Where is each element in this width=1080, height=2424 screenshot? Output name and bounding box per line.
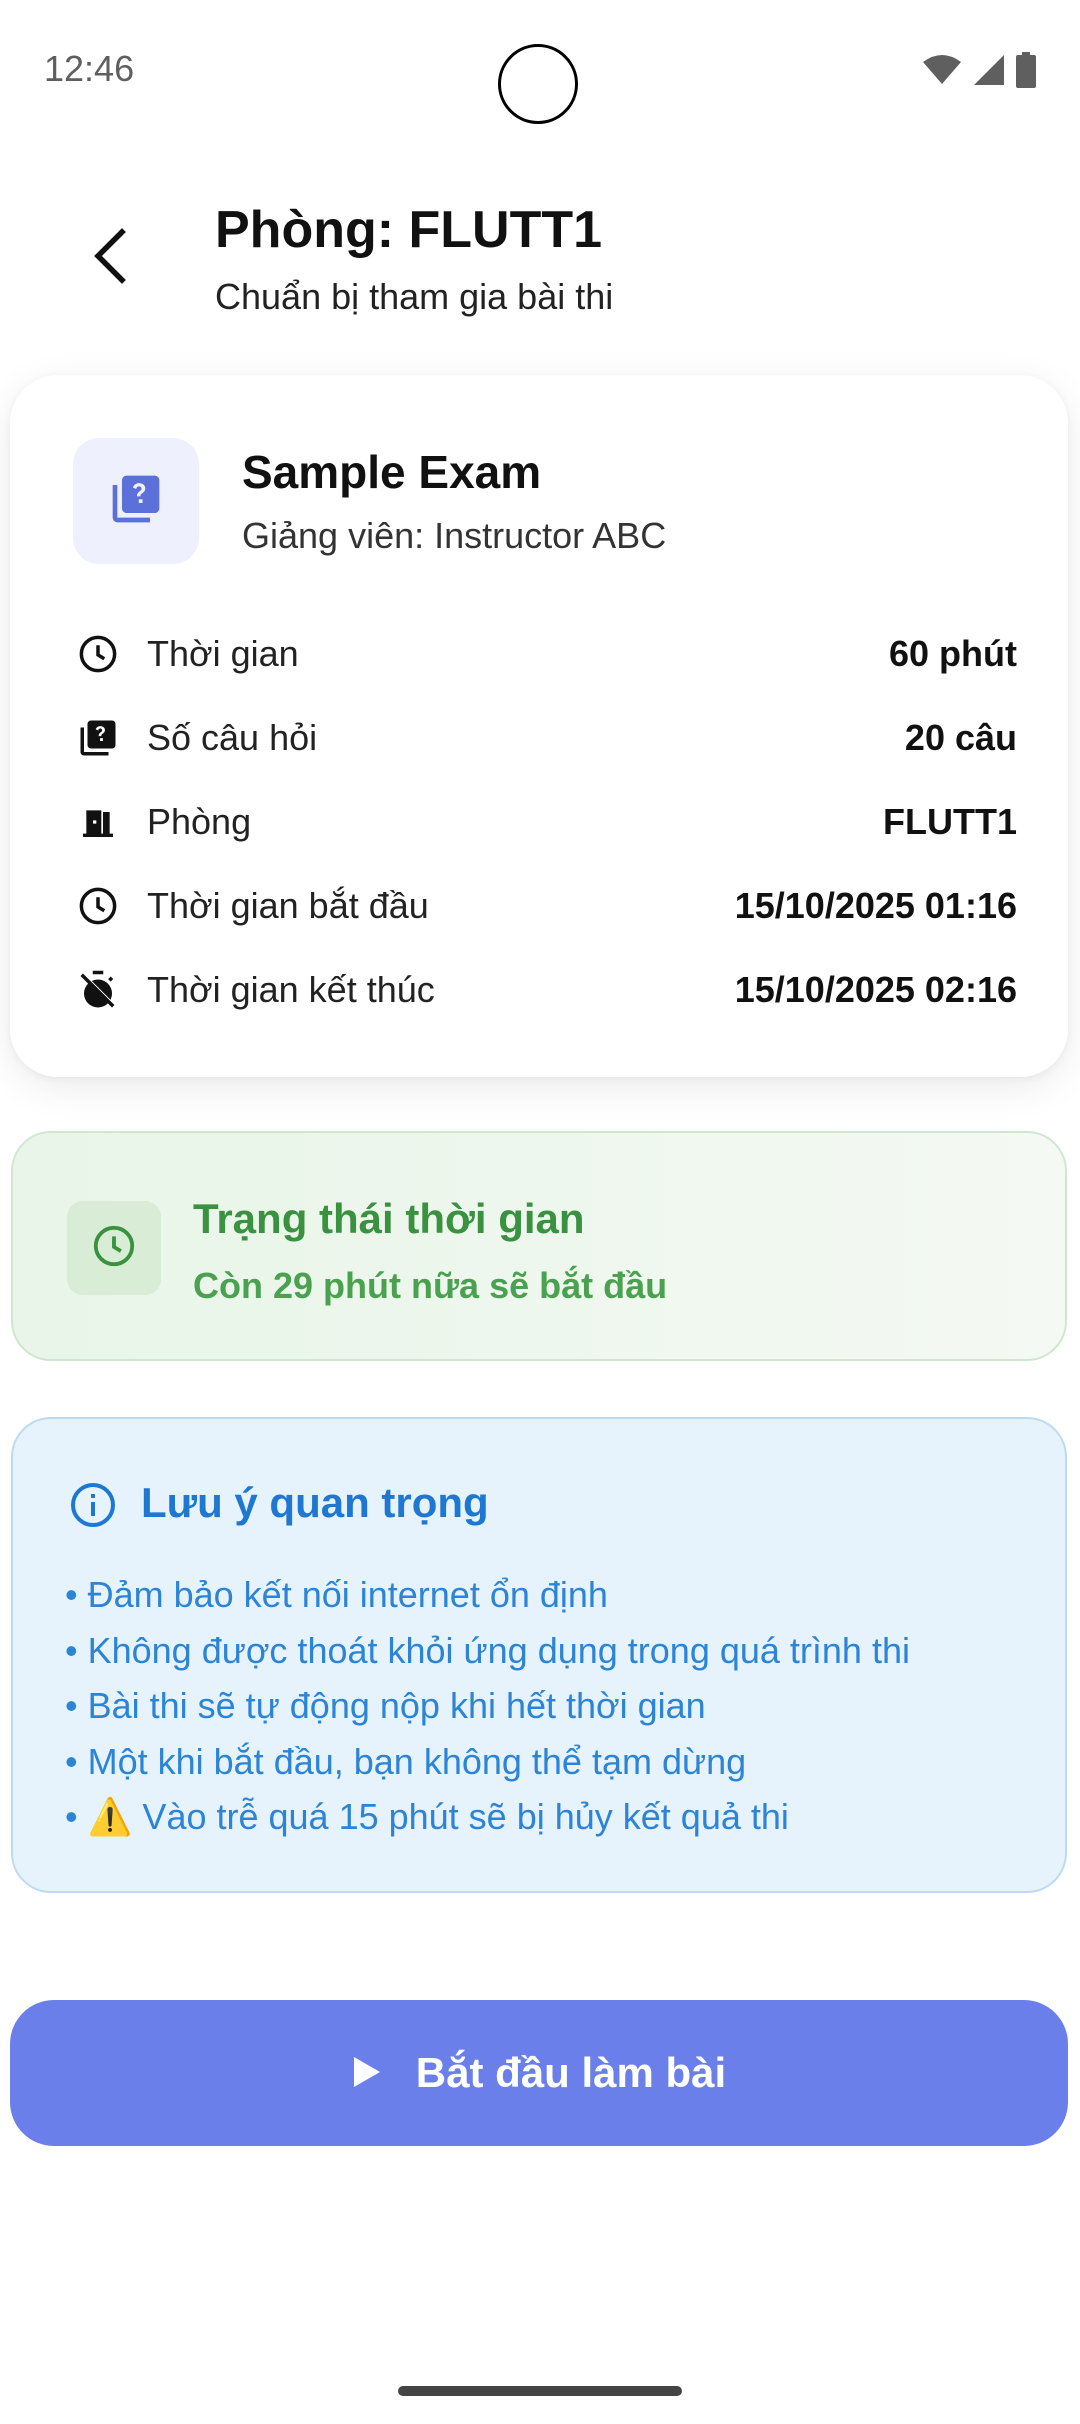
row-value: FLUTT1 — [883, 801, 1017, 842]
time-status-card: Trạng thái thời gian Còn 29 phút nữa sẽ … — [11, 1131, 1067, 1361]
note-item: • Đảm bảo kết nối internet ổn định — [65, 1574, 608, 1615]
time-status-title: Trạng thái thời gian — [193, 1195, 585, 1242]
info-icon — [69, 1481, 117, 1529]
row-label: Thời gian bắt đầu — [147, 885, 429, 926]
time-status-icon-container — [67, 1201, 161, 1295]
clock-icon — [73, 629, 123, 679]
page-subtitle: Chuẩn bị tham gia bài thi — [215, 276, 614, 317]
row-label: Thời gian kết thúc — [147, 969, 435, 1010]
question-book-icon — [73, 713, 123, 763]
note-item: • Không được thoát khỏi ứng dụng trong q… — [65, 1629, 910, 1671]
question-book-icon — [108, 471, 164, 532]
row-label: Thời gian — [147, 633, 299, 674]
door-icon — [73, 797, 123, 847]
exam-icon-container — [73, 438, 199, 564]
notes-list: • Đảm bảo kết nối internet ổn định • Khô… — [65, 1567, 910, 1845]
exam-room-screen: 12:46 Phòng: FLUTT1 Chuẩn bị tham gia bà… — [0, 0, 1080, 2424]
row-value: 20 câu — [904, 717, 1017, 758]
start-exam-label: Bắt đầu làm bài — [415, 2049, 727, 2096]
start-exam-button[interactable]: Bắt đầu làm bài — [10, 2000, 1068, 2146]
info-row-start-time: Thời gian bắt đầu 15/10/2025 01:16 — [73, 876, 1017, 936]
timer-off-icon — [73, 965, 123, 1015]
row-value: 15/10/2025 02:16 — [734, 969, 1017, 1010]
note-item: • Bài thi sẽ tự động nộp khi hết thời gi… — [65, 1685, 706, 1726]
exam-instructor: Giảng viên: Instructor ABC — [242, 515, 667, 556]
status-icons — [922, 52, 1036, 88]
camera-cutout — [498, 44, 578, 124]
home-indicator[interactable] — [398, 2386, 682, 2396]
play-icon — [352, 2055, 382, 2092]
info-row-end-time: Thời gian kết thúc 15/10/2025 02:16 — [73, 960, 1017, 1020]
wifi-icon — [922, 54, 962, 86]
clock-icon — [73, 881, 123, 931]
info-row-question-count: Số câu hỏi 20 câu — [73, 708, 1017, 768]
row-value: 15/10/2025 01:16 — [734, 885, 1017, 926]
back-arrow-icon — [88, 227, 132, 289]
page-title: Phòng: FLUTT1 — [215, 201, 603, 259]
status-time: 12:46 — [44, 48, 135, 89]
info-row-room: Phòng FLUTT1 — [73, 792, 1017, 852]
info-row-duration: Thời gian 60 phút — [73, 624, 1017, 684]
row-value: 60 phút — [888, 633, 1017, 674]
time-status-text: Còn 29 phút nữa sẽ bắt đầu — [193, 1265, 668, 1306]
exam-info-card: Sample Exam Giảng viên: Instructor ABC T… — [10, 375, 1068, 1077]
battery-icon — [1016, 52, 1036, 88]
notes-title: Lưu ý quan trọng — [141, 1479, 489, 1526]
back-button[interactable] — [70, 218, 150, 298]
note-item: • Một khi bắt đầu, bạn không thể tạm dừn… — [65, 1740, 747, 1782]
exam-name: Sample Exam — [242, 446, 542, 498]
status-bar: 12:46 — [0, 0, 1080, 140]
row-label: Phòng — [147, 801, 252, 842]
clock-icon — [91, 1223, 137, 1274]
signal-icon — [972, 53, 1006, 87]
note-item: • ⚠️ Vào trễ quá 15 phút sẽ bị hủy kết q… — [65, 1796, 789, 1837]
row-label: Số câu hỏi — [147, 717, 318, 758]
important-notes-card: Lưu ý quan trọng • Đảm bảo kết nối inter… — [11, 1417, 1067, 1893]
